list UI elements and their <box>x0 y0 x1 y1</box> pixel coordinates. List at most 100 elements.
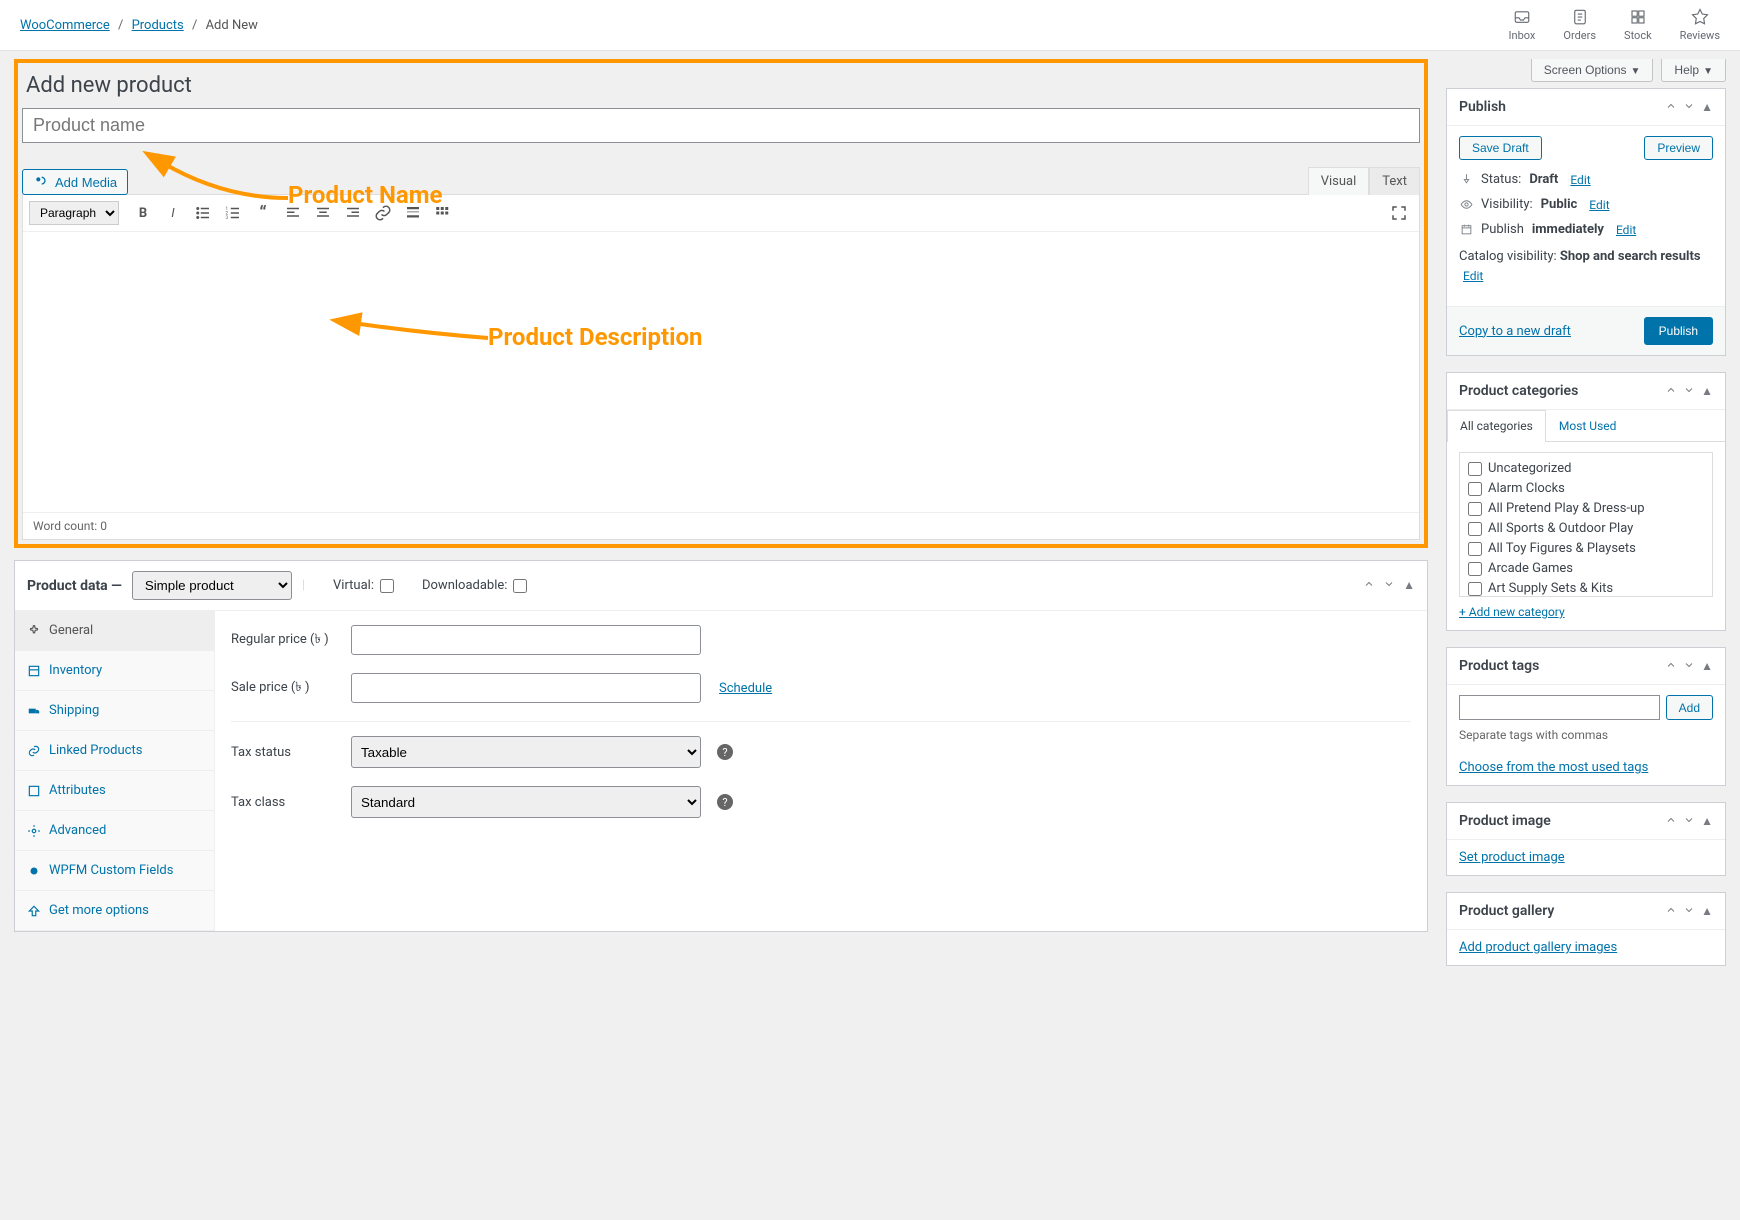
toolbar-toggle-icon[interactable] <box>429 199 457 227</box>
tax-class-select[interactable]: Standard <box>351 786 701 818</box>
description-editor[interactable] <box>23 232 1419 512</box>
chevron-up-icon[interactable] <box>1665 659 1677 674</box>
inbox-icon[interactable]: Inbox <box>1509 8 1536 42</box>
align-center-icon[interactable] <box>309 199 337 227</box>
chevron-up-icon[interactable] <box>1665 904 1677 919</box>
orders-icon[interactable]: Orders <box>1563 8 1596 42</box>
number-list-icon[interactable]: 123 <box>219 199 247 227</box>
eye-icon <box>1459 198 1473 211</box>
product-type-select[interactable]: Simple product <box>132 571 292 600</box>
fullscreen-icon[interactable] <box>1385 199 1413 227</box>
product-name-input[interactable] <box>22 108 1420 143</box>
caret-up-icon[interactable]: ▲ <box>1403 578 1415 593</box>
edit-publish-link[interactable]: Edit <box>1616 223 1636 237</box>
edit-visibility-link[interactable]: Edit <box>1589 198 1609 212</box>
word-count: Word count: 0 <box>23 512 1419 539</box>
tax-status-select[interactable]: Taxable <box>351 736 701 768</box>
tab-inventory[interactable]: Inventory <box>15 651 214 691</box>
add-media-button[interactable]: Add Media <box>22 169 128 195</box>
tab-attributes[interactable]: Attributes <box>15 771 214 811</box>
page-title: Add new product <box>26 73 1416 98</box>
tab-shipping[interactable]: Shipping <box>15 691 214 731</box>
tab-get-more[interactable]: Get more options <box>15 891 214 931</box>
add-gallery-link[interactable]: Add product gallery images <box>1459 940 1617 955</box>
pin-icon <box>1459 173 1473 186</box>
sale-price-input[interactable] <box>351 673 701 703</box>
tab-wpfm[interactable]: WPFM Custom Fields <box>15 851 214 891</box>
category-list[interactable]: Uncategorized Alarm Clocks All Pretend P… <box>1459 452 1713 597</box>
gallery-title: Product gallery <box>1459 903 1554 919</box>
caret-up-icon[interactable]: ▲ <box>1701 100 1713 115</box>
italic-icon[interactable]: I <box>159 199 187 227</box>
virtual-checkbox[interactable]: Virtual: <box>333 578 394 593</box>
cat-item[interactable]: Uncategorized <box>1468 461 1704 476</box>
cat-item[interactable]: All Pretend Play & Dress-up <box>1468 501 1704 516</box>
downloadable-checkbox[interactable]: Downloadable: <box>422 578 527 593</box>
sale-price-label: Sale price (৳ ) <box>231 678 341 699</box>
edit-status-link[interactable]: Edit <box>1570 173 1590 187</box>
publish-button[interactable]: Publish <box>1644 317 1713 345</box>
tab-most-used[interactable]: Most Used <box>1546 410 1630 441</box>
chevron-down-icon[interactable] <box>1683 814 1695 829</box>
caret-up-icon[interactable]: ▲ <box>1701 659 1713 674</box>
quote-icon[interactable]: “ <box>249 199 277 227</box>
screen-options-button[interactable]: Screen Options▼ <box>1531 59 1654 82</box>
calendar-icon <box>1459 223 1473 236</box>
publish-title: Publish <box>1459 99 1506 115</box>
readmore-icon[interactable] <box>399 199 427 227</box>
copy-draft-link[interactable]: Copy to a new draft <box>1459 324 1571 339</box>
tag-input[interactable] <box>1459 695 1660 720</box>
chevron-down-icon[interactable] <box>1683 904 1695 919</box>
chevron-up-icon[interactable] <box>1665 100 1677 115</box>
chevron-up-icon[interactable] <box>1665 814 1677 829</box>
edit-catalog-link[interactable]: Edit <box>1463 269 1483 283</box>
tab-advanced[interactable]: Advanced <box>15 811 214 851</box>
tab-all-categories[interactable]: All categories <box>1447 410 1546 442</box>
svg-text:3: 3 <box>226 215 229 221</box>
cat-item[interactable]: All Toy Figures & Playsets <box>1468 541 1704 556</box>
regular-price-label: Regular price (৳ ) <box>231 630 341 651</box>
chevron-up-icon[interactable] <box>1665 384 1677 399</box>
chevron-down-icon[interactable] <box>1683 659 1695 674</box>
cat-item[interactable]: Arcade Games <box>1468 561 1704 576</box>
regular-price-input[interactable] <box>351 625 701 655</box>
image-title: Product image <box>1459 813 1551 829</box>
caret-up-icon[interactable]: ▲ <box>1701 904 1713 919</box>
chevron-down-icon[interactable] <box>1683 384 1695 399</box>
set-image-link[interactable]: Set product image <box>1459 850 1565 865</box>
chevron-down-icon[interactable] <box>1383 578 1395 593</box>
chevron-up-icon[interactable] <box>1363 578 1375 593</box>
tab-visual[interactable]: Visual <box>1308 167 1370 195</box>
schedule-link[interactable]: Schedule <box>719 681 772 696</box>
align-left-icon[interactable] <box>279 199 307 227</box>
product-data-label: Product data — <box>27 578 122 594</box>
tab-general[interactable]: General <box>15 611 214 651</box>
help-icon[interactable]: ? <box>717 794 733 810</box>
add-category-link[interactable]: + Add new category <box>1459 605 1565 619</box>
reviews-icon[interactable]: Reviews <box>1680 8 1720 42</box>
breadcrumb-woo[interactable]: WooCommerce <box>20 18 110 33</box>
bullet-list-icon[interactable] <box>189 199 217 227</box>
caret-up-icon[interactable]: ▲ <box>1701 814 1713 829</box>
preview-button[interactable]: Preview <box>1644 136 1713 160</box>
tab-text[interactable]: Text <box>1369 167 1420 195</box>
stock-icon[interactable]: Stock <box>1624 8 1652 42</box>
save-draft-button[interactable]: Save Draft <box>1459 136 1542 160</box>
tab-linked[interactable]: Linked Products <box>15 731 214 771</box>
help-button[interactable]: Help▼ <box>1661 59 1726 82</box>
choose-tags-link[interactable]: Choose from the most used tags <box>1459 760 1648 775</box>
cat-item[interactable]: All Sports & Outdoor Play <box>1468 521 1704 536</box>
chevron-down-icon[interactable] <box>1683 100 1695 115</box>
breadcrumb-products[interactable]: Products <box>132 18 184 33</box>
tags-title: Product tags <box>1459 658 1539 674</box>
cat-item[interactable]: Alarm Clocks <box>1468 481 1704 496</box>
bold-icon[interactable]: B <box>129 199 157 227</box>
cat-item[interactable]: Art Supply Sets & Kits <box>1468 581 1704 596</box>
caret-up-icon[interactable]: ▲ <box>1701 384 1713 399</box>
add-tag-button[interactable]: Add <box>1666 695 1713 720</box>
link-icon[interactable] <box>369 199 397 227</box>
help-icon[interactable]: ? <box>717 744 733 760</box>
align-right-icon[interactable] <box>339 199 367 227</box>
tag-note: Separate tags with commas <box>1459 728 1713 742</box>
paragraph-select[interactable]: Paragraph <box>29 201 119 225</box>
